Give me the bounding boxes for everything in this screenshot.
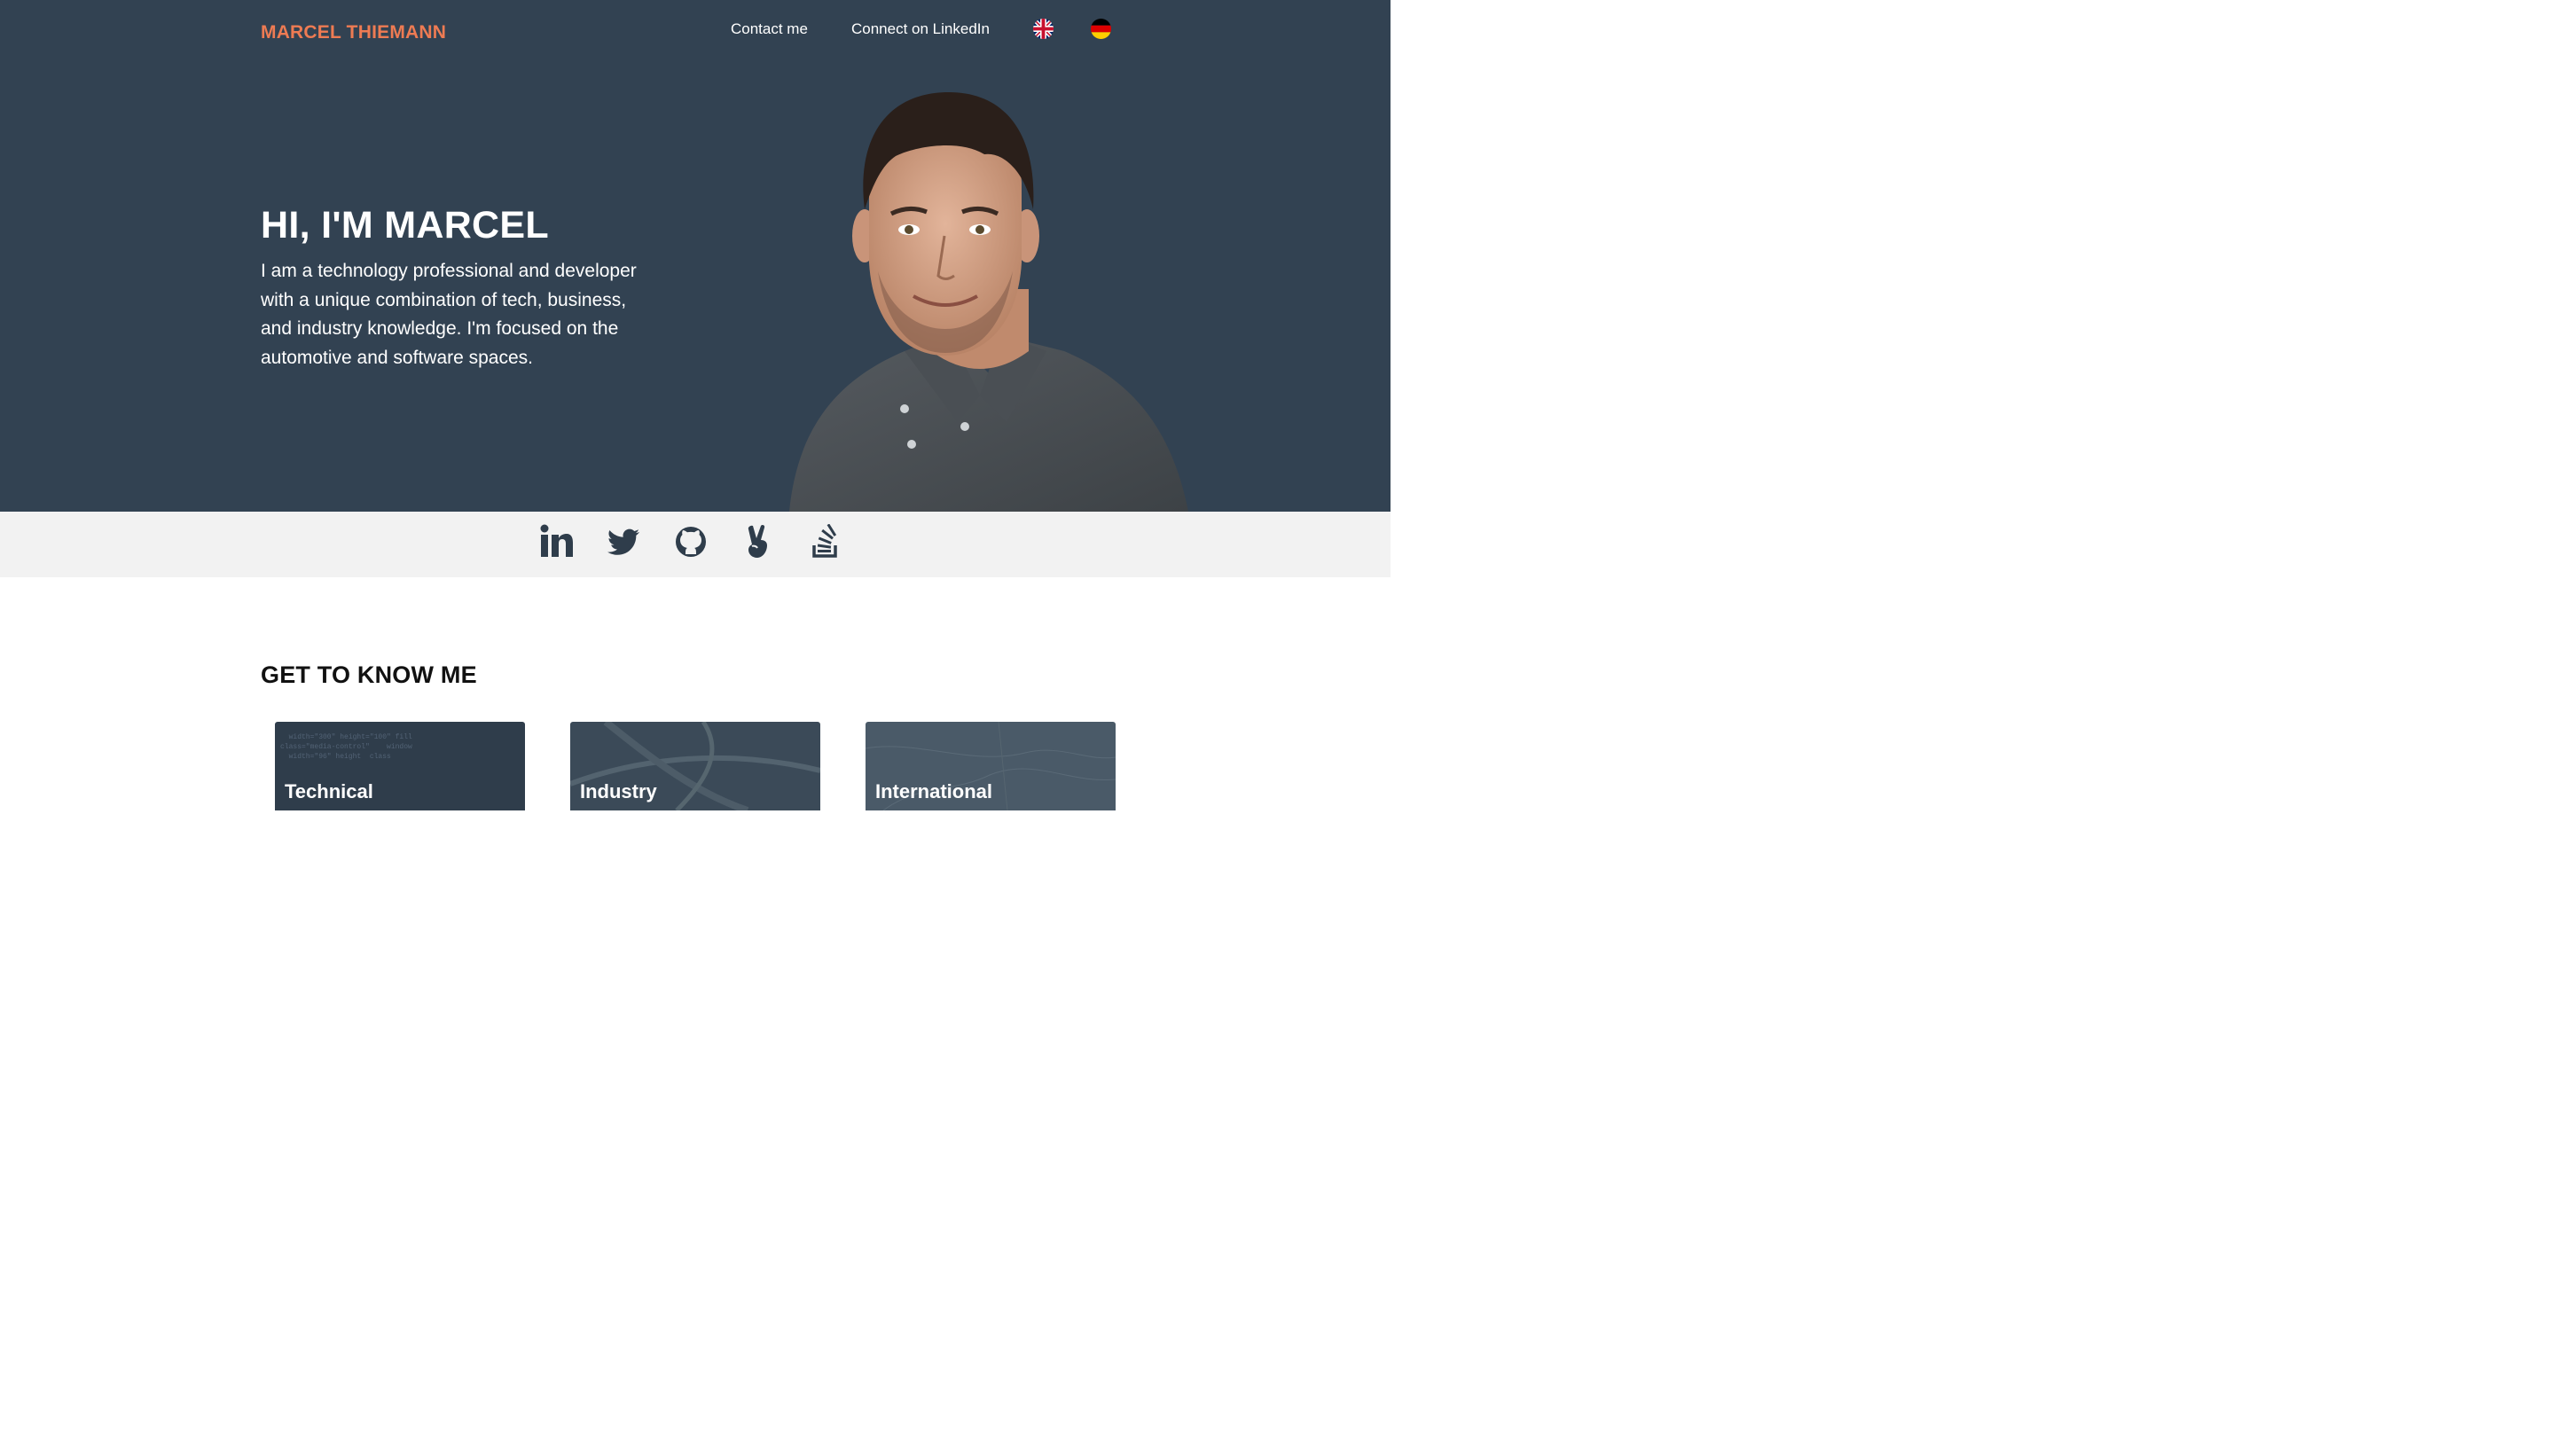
stackoverflow-icon[interactable] bbox=[808, 524, 843, 560]
portrait-photo bbox=[789, 92, 1188, 512]
card-industry[interactable]: Industry bbox=[570, 722, 820, 810]
section-title-get-to-know-me: GET TO KNOW ME bbox=[261, 661, 477, 688]
germany-flag-icon[interactable] bbox=[1091, 19, 1111, 39]
card-label: Industry bbox=[580, 780, 657, 802]
nav-linkedin-link[interactable]: Connect on LinkedIn bbox=[851, 20, 990, 38]
brand-logo[interactable]: MARCEL THIEMANN bbox=[261, 22, 446, 43]
hero-intro-text: I am a technology professional and devel… bbox=[261, 261, 637, 369]
card-label: International bbox=[875, 780, 993, 802]
nav-contact-link[interactable]: Contact me bbox=[731, 20, 808, 38]
linkedin-icon[interactable] bbox=[538, 524, 574, 560]
card-technical[interactable]: width="300" height="100" fill class="med… bbox=[275, 722, 525, 810]
hero-section: MARCEL THIEMANN Contact me Connect on Li… bbox=[0, 0, 1391, 512]
card-international[interactable]: International bbox=[866, 722, 1116, 810]
angellist-icon[interactable] bbox=[740, 524, 776, 560]
twitter-icon[interactable] bbox=[606, 524, 641, 560]
hero-title: HI, I'M MARCEL bbox=[261, 204, 549, 247]
uk-flag-icon[interactable] bbox=[1033, 19, 1054, 39]
card-label: Technical bbox=[285, 780, 373, 802]
github-icon[interactable] bbox=[673, 524, 709, 560]
